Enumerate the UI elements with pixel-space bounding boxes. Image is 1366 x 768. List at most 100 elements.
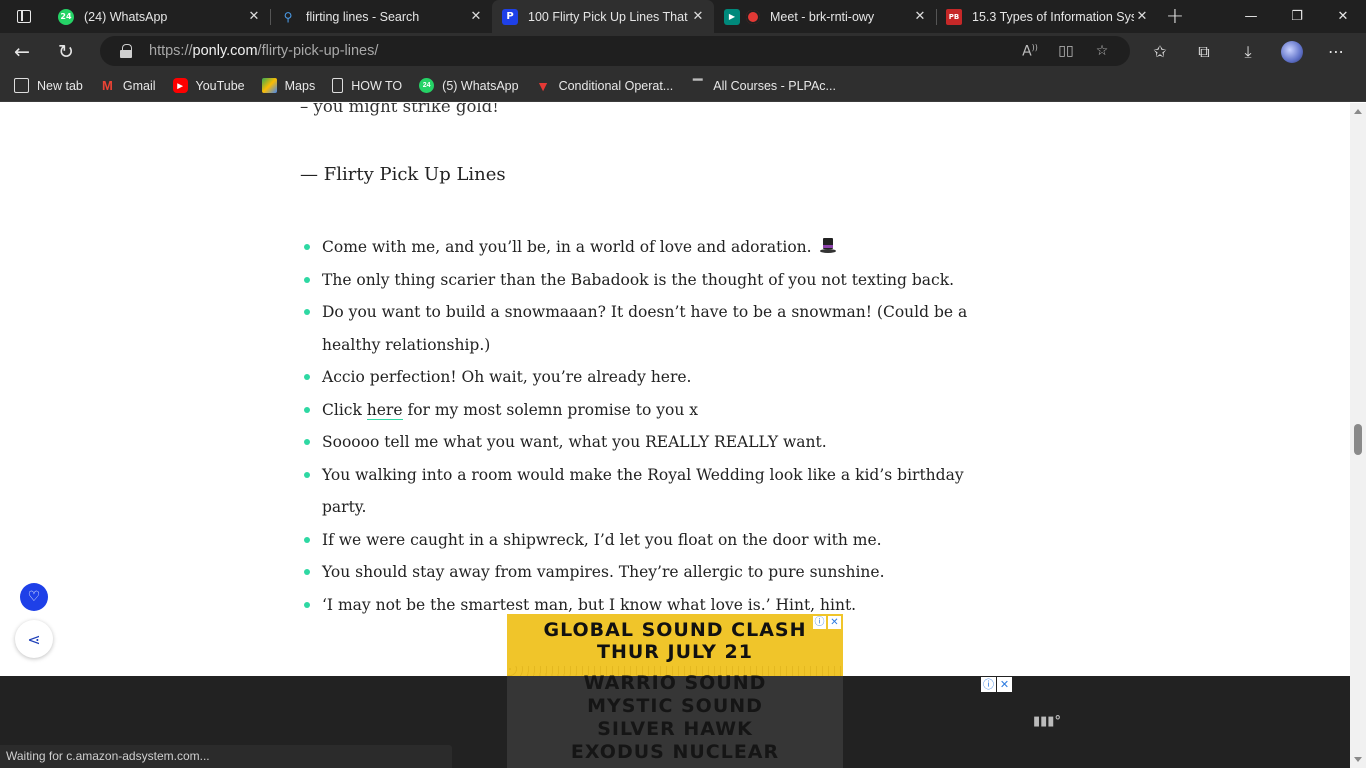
- refresh-button[interactable]: ↻: [44, 33, 88, 70]
- bookmark-label: New tab: [37, 78, 83, 93]
- gmail-icon: M: [101, 78, 113, 93]
- ad-date: THUR JULY 21: [597, 641, 753, 663]
- ad-choices: ⓘ ✕: [811, 616, 841, 629]
- line-text: You should stay away from vampires. They…: [322, 563, 885, 581]
- page-scrollbar[interactable]: [1350, 103, 1366, 768]
- bookmark-whatsapp[interactable]: 24 (5) WhatsApp: [419, 78, 519, 93]
- bookmark-label: HOW TO: [351, 78, 403, 93]
- ad-info-icon[interactable]: ⓘ: [981, 677, 996, 692]
- back-arrow-icon: ←: [14, 40, 30, 63]
- bookmark-label: Maps: [284, 78, 316, 93]
- line-text: Sooooo tell me what you want, what you R…: [322, 433, 827, 451]
- sticky-ad-choices: ⓘ ✕: [980, 677, 1012, 692]
- close-tab-icon[interactable]: ✕: [468, 9, 484, 24]
- like-button[interactable]: ♡: [20, 583, 48, 611]
- bookmark-how-to[interactable]: HOW TO: [332, 78, 402, 93]
- collections-icon[interactable]: ⧉: [1182, 42, 1226, 62]
- tab-strip: 24 (24) WhatsApp ✕ ⚲ flirting lines - Se…: [0, 0, 1366, 33]
- line-text: ‘I may not be the smartest man, but I kn…: [322, 595, 857, 614]
- bookmark-plp[interactable]: ▔ All Courses - PLPAc...: [690, 78, 836, 93]
- recording-icon: [746, 9, 760, 24]
- scroll-thumb[interactable]: [1354, 424, 1362, 455]
- ad-headline: GLOBAL SOUND CLASH: [543, 619, 807, 641]
- list-item: Click here for my most solemn promise to…: [300, 394, 1000, 427]
- close-window-button[interactable]: ✕: [1320, 0, 1366, 33]
- profile-avatar[interactable]: [1281, 40, 1303, 63]
- list-item: The only thing scarier than the Babadook…: [300, 264, 1000, 297]
- line-text: You walking into a room would make the R…: [322, 465, 964, 517]
- section-heading: — Flirty Pick Up Lines: [300, 164, 506, 185]
- close-tab-icon[interactable]: ✕: [912, 9, 928, 24]
- line-text-after: for my most solemn promise to you x: [402, 400, 699, 419]
- close-tab-icon[interactable]: ✕: [690, 9, 706, 24]
- list-item: You walking into a room would make the R…: [300, 459, 1000, 524]
- add-favorite-icon[interactable]: ☆: [1084, 43, 1120, 59]
- line-text: Accio perfection! Oh wait, you’re alread…: [322, 368, 692, 386]
- bookmarks-bar: New tab M Gmail ▶ YouTube Maps HOW TO 24…: [0, 70, 1366, 102]
- here-link[interactable]: here: [366, 400, 403, 420]
- downloads-icon[interactable]: ⤓: [1226, 42, 1270, 62]
- scroll-up-arrow[interactable]: [1354, 109, 1362, 114]
- immersive-reader-icon[interactable]: ▯▯: [1048, 43, 1084, 59]
- share-button[interactable]: ⋖: [15, 620, 53, 658]
- ad-lineup-item: WARRIO SOUND: [583, 672, 767, 694]
- line-text: Come with me, and you’ll be, in a world …: [322, 238, 812, 256]
- more-menu-icon[interactable]: ⋯: [1314, 42, 1358, 61]
- new-tab-button[interactable]: +: [1158, 0, 1192, 33]
- plp-icon: ▔: [693, 78, 703, 93]
- whatsapp-icon: 24: [58, 8, 74, 25]
- bookmark-maps[interactable]: Maps: [261, 78, 316, 93]
- tab-search[interactable]: ⚲ flirting lines - Search ✕: [270, 0, 492, 33]
- bookmark-conditional[interactable]: ▼ Conditional Operat...: [536, 77, 673, 94]
- window-controls: — ❐ ✕: [1228, 0, 1366, 33]
- conditional-icon: ▼: [536, 77, 550, 94]
- back-button[interactable]: ←: [0, 33, 44, 70]
- heart-icon: ♡: [27, 589, 41, 605]
- meet-icon: ▶: [724, 8, 740, 25]
- tab-pressbooks[interactable]: PB 15.3 Types of Information Systems ✕: [936, 0, 1158, 33]
- tab-meet[interactable]: ▶ Meet - brk-rnti-owy ✕: [714, 0, 936, 33]
- pickup-lines-list: Come with me, and you’ll be, in a world …: [300, 231, 1000, 621]
- read-aloud-icon[interactable]: A)): [1012, 43, 1048, 60]
- ponly-icon: P: [502, 8, 518, 25]
- bookmark-youtube[interactable]: ▶ YouTube: [172, 78, 245, 93]
- tab-actions-icon: [17, 10, 31, 23]
- bookmark-new-tab[interactable]: New tab: [14, 78, 83, 93]
- newtab-icon: [14, 78, 29, 93]
- url-host: ponly.com: [192, 43, 258, 59]
- whatsapp-icon: 24: [419, 78, 435, 93]
- tab-actions-button[interactable]: [0, 0, 48, 33]
- tab-title: flirting lines - Search: [306, 9, 420, 24]
- ad-close-icon[interactable]: ✕: [997, 677, 1012, 692]
- share-icon: ⋖: [27, 629, 41, 649]
- top-hat-icon: [819, 238, 836, 254]
- scroll-down-arrow[interactable]: [1354, 757, 1362, 762]
- ad-network-logo: ▮▮▮°: [1033, 714, 1061, 729]
- minimize-button[interactable]: —: [1228, 0, 1274, 33]
- bookmark-label: YouTube: [195, 78, 245, 93]
- maps-icon: [261, 78, 277, 93]
- tab-title: Meet - brk-rnti-owy: [770, 9, 875, 24]
- close-tab-icon[interactable]: ✕: [246, 9, 262, 24]
- close-tab-icon[interactable]: ✕: [1134, 9, 1150, 24]
- list-item: Sooooo tell me what you want, what you R…: [300, 426, 1000, 459]
- address-bar[interactable]: https://ponly.com/flirty-pick-up-lines/ …: [100, 36, 1130, 66]
- search-icon: ⚲: [283, 9, 293, 24]
- bookmark-label: (5) WhatsApp: [442, 78, 519, 93]
- tab-whatsapp[interactable]: 24 (24) WhatsApp ✕: [48, 0, 270, 33]
- restore-button[interactable]: ❐: [1274, 0, 1320, 33]
- tab-title: 100 Flirty Pick Up Lines That Actually W…: [528, 9, 690, 24]
- bookmark-label: Gmail: [122, 78, 156, 93]
- ad-info-icon[interactable]: ⓘ: [813, 616, 826, 629]
- ad-close-icon[interactable]: ✕: [828, 616, 841, 629]
- list-item: Come with me, and you’ll be, in a world …: [300, 231, 1000, 264]
- list-item: Do you want to build a snowmaaan? It doe…: [300, 296, 1000, 361]
- url-text[interactable]: https://ponly.com/flirty-pick-up-lines/: [149, 43, 378, 59]
- list-item: If we were caught in a shipwreck, I’d le…: [300, 524, 1000, 557]
- favorites-icon[interactable]: ✩: [1138, 42, 1182, 61]
- bookmark-gmail[interactable]: M Gmail: [100, 78, 156, 93]
- list-item: Accio perfection! Oh wait, you’re alread…: [300, 361, 1000, 394]
- ad-lineup-item: EXODUS NUCLEAR: [570, 741, 780, 763]
- tab-ponly[interactable]: P 100 Flirty Pick Up Lines That Actually…: [492, 0, 714, 33]
- url-path: /flirty-pick-up-lines/: [257, 43, 379, 59]
